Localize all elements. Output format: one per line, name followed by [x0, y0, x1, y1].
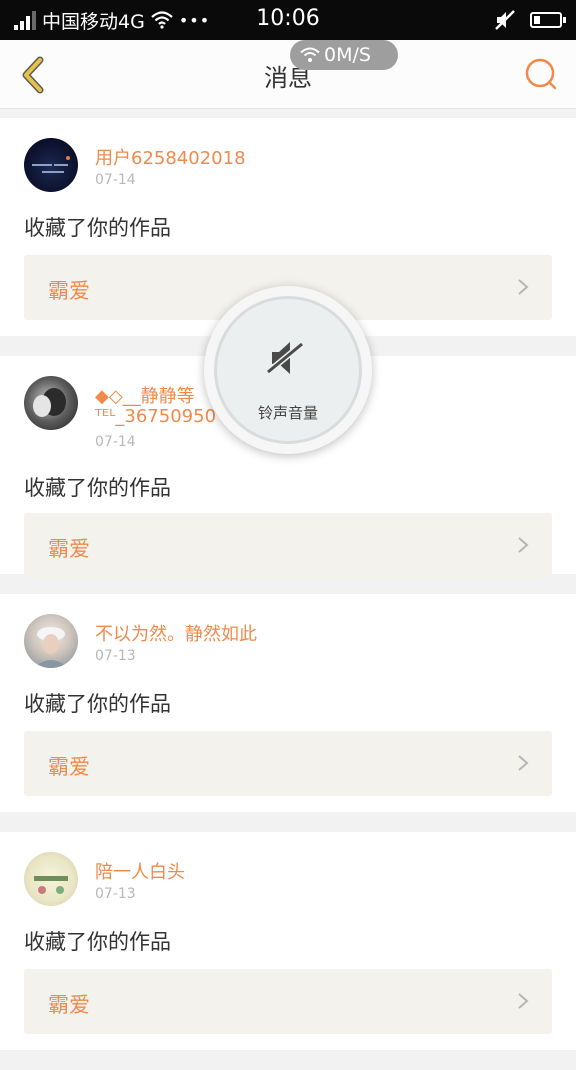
- wifi-icon: [300, 47, 320, 62]
- username-line2: ᵀᴱᴸ_36750950: [95, 406, 217, 427]
- username[interactable]: ◆◇__静静等: [95, 382, 195, 408]
- work-title: 霸爱: [48, 993, 90, 1017]
- avatar[interactable]: [24, 852, 78, 906]
- chevron-right-icon: [518, 279, 529, 295]
- chevron-right-icon: [518, 537, 529, 553]
- page-title: 消息: [264, 64, 312, 92]
- message-item[interactable]: 不以为然。静然如此 07-13 收藏了你的作品 霸爱: [0, 594, 576, 812]
- avatar[interactable]: [24, 138, 78, 192]
- message-text: 收藏了你的作品: [24, 692, 171, 716]
- message-date: 07-13: [95, 886, 136, 902]
- message-date: 07-14: [95, 172, 136, 188]
- network-speed-text: 0M/S: [324, 44, 371, 66]
- chevron-right-icon: [518, 755, 529, 771]
- work-title: 霸爱: [48, 279, 90, 303]
- message-item[interactable]: 陪一人白头 07-13 收藏了你的作品 霸爱: [0, 832, 576, 1050]
- work-link[interactable]: 霸爱: [24, 731, 552, 796]
- message-date: 07-13: [95, 648, 136, 664]
- network-speed-indicator: 0M/S: [290, 40, 398, 70]
- message-date: 07-14: [95, 434, 136, 450]
- work-link[interactable]: 霸爱: [24, 969, 552, 1034]
- message-text: 收藏了你的作品: [24, 216, 171, 240]
- battery-icon: [530, 12, 566, 28]
- volume-overlay: 铃声音量: [204, 286, 372, 454]
- work-title: 霸爱: [48, 755, 90, 779]
- mute-icon: [495, 10, 515, 30]
- work-link[interactable]: 霸爱: [24, 513, 552, 578]
- avatar[interactable]: [24, 614, 78, 668]
- status-bar: 中国移动4G ••• 10:06: [0, 0, 576, 40]
- nav-bar: 消息: [0, 40, 576, 109]
- message-text: 收藏了你的作品: [24, 476, 171, 500]
- username[interactable]: 用户6258402018: [95, 144, 246, 170]
- volume-label: 铃声音量: [257, 404, 318, 422]
- message-text: 收藏了你的作品: [24, 930, 171, 954]
- username[interactable]: 不以为然。静然如此: [95, 620, 257, 646]
- chevron-right-icon: [518, 993, 529, 1009]
- username[interactable]: 陪一人白头: [95, 858, 185, 884]
- speaker-muted-icon: [266, 341, 304, 375]
- search-button[interactable]: [520, 54, 560, 94]
- status-time: 10:06: [256, 6, 320, 31]
- avatar[interactable]: [24, 376, 78, 430]
- message-list: 用户6258402018 07-14 收藏了你的作品 霸爱 ◆◇__静静等 ᵀᴱ…: [0, 118, 576, 1070]
- work-title: 霸爱: [48, 537, 90, 561]
